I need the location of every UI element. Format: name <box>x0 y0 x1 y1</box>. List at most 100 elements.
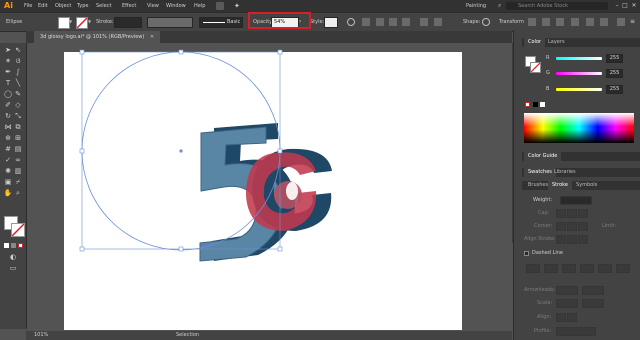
menu-effect[interactable]: Effect <box>122 0 136 12</box>
dash-field[interactable] <box>598 264 612 273</box>
gap-field[interactable] <box>616 264 630 273</box>
channel-g-value[interactable]: 255 <box>606 69 623 78</box>
align-icon[interactable] <box>362 18 370 26</box>
chevron-down-icon[interactable]: ▼ <box>69 19 72 24</box>
screen-mode-icon[interactable]: ▭ <box>8 263 18 273</box>
variable-width-profile[interactable] <box>147 17 193 28</box>
tab-layers[interactable]: Layers <box>544 38 569 47</box>
menu-window[interactable]: Window <box>166 0 186 12</box>
dash-field[interactable] <box>562 264 576 273</box>
chevron-down-icon[interactable]: ▼ <box>88 19 91 24</box>
align-icon[interactable] <box>420 18 428 26</box>
align-icon[interactable] <box>571 18 579 26</box>
close-tab-icon[interactable]: ✕ <box>150 34 154 40</box>
column-graph-tool-icon[interactable]: ▥ <box>13 166 23 176</box>
shape-builder-tool-icon[interactable]: ⊕ <box>3 133 13 143</box>
recolor-icon[interactable] <box>347 18 355 26</box>
menu-type[interactable]: Type <box>77 0 88 12</box>
corner-button[interactable] <box>556 222 566 231</box>
align-icon[interactable] <box>389 18 397 26</box>
align-icon[interactable] <box>376 18 384 26</box>
align-icon[interactable] <box>528 18 536 26</box>
channel-b-slider[interactable] <box>556 88 602 91</box>
none-color-icon[interactable] <box>525 102 530 107</box>
cap-button[interactable] <box>567 209 577 218</box>
direct-selection-tool-icon[interactable]: ⇖ <box>13 45 23 55</box>
tab-color[interactable]: Color <box>524 38 546 47</box>
logo-o-shape[interactable] <box>246 148 332 231</box>
close-button[interactable]: ✕ <box>629 1 639 11</box>
align-icon[interactable] <box>586 18 594 26</box>
graphic-style-swatch[interactable] <box>324 17 338 28</box>
cap-button[interactable] <box>556 209 566 218</box>
stroke-swatch[interactable] <box>76 17 88 29</box>
stroke-color-box[interactable] <box>11 223 25 237</box>
panel-stroke-swatch[interactable] <box>530 62 541 73</box>
menu-select[interactable]: Select <box>96 0 111 12</box>
stock-search-input[interactable]: Search Adobe Stock <box>506 2 608 10</box>
curvature-tool-icon[interactable]: ∫ <box>13 67 23 77</box>
rotate-tool-icon[interactable]: ↻ <box>3 111 13 121</box>
panel-menu-icon[interactable]: ≡ <box>630 18 635 25</box>
arrowhead-start-select[interactable] <box>556 286 578 295</box>
menu-object[interactable]: Object <box>55 0 71 12</box>
arrowhead-end-select[interactable] <box>582 286 604 295</box>
document-tab[interactable]: 3d glossy logo.ai* @ 101% (RGB/Preview) … <box>34 31 161 43</box>
artboard-tool-icon[interactable]: ▣ <box>3 177 13 187</box>
free-transform-tool-icon[interactable]: ⧉ <box>13 122 23 132</box>
ellipse-tool-icon[interactable]: ◯ <box>3 89 13 99</box>
arrow-align-button[interactable] <box>556 313 566 322</box>
corner-button[interactable] <box>578 222 588 231</box>
align-stroke-button[interactable] <box>556 235 566 244</box>
menu-help[interactable]: Help <box>194 0 205 12</box>
none-mode-icon[interactable] <box>18 243 23 248</box>
draw-mode-icon[interactable]: ◐ <box>8 252 18 262</box>
slice-tool-icon[interactable]: ⌿ <box>13 177 23 187</box>
align-icon[interactable] <box>600 18 608 26</box>
type-tool-icon[interactable]: T <box>3 78 13 88</box>
weight-field[interactable] <box>560 196 592 205</box>
align-icon[interactable] <box>434 18 442 26</box>
color-spectrum[interactable] <box>524 113 634 143</box>
scale-end-field[interactable] <box>582 299 604 308</box>
stroke-weight-field[interactable] <box>114 17 142 28</box>
dash-field[interactable] <box>526 264 540 273</box>
profile-select[interactable] <box>556 327 596 336</box>
tab-color-guide[interactable]: Color Guide <box>524 152 562 161</box>
arrange-docs-icon[interactable] <box>216 2 224 10</box>
channel-r-slider[interactable] <box>556 57 602 60</box>
selection-tool-icon[interactable]: ➤ <box>3 45 13 55</box>
channel-r-value[interactable]: 255 <box>606 54 623 63</box>
align-icon[interactable] <box>542 18 550 26</box>
perspective-grid-tool-icon[interactable]: ⊞ <box>13 133 23 143</box>
canvas-artwork[interactable] <box>26 43 512 331</box>
pen-tool-icon[interactable]: ✒ <box>3 67 13 77</box>
scale-start-field[interactable] <box>556 299 578 308</box>
lasso-tool-icon[interactable]: ଓ <box>13 56 23 66</box>
white-color-icon[interactable] <box>540 102 545 107</box>
transform-link[interactable]: Transform <box>499 17 524 27</box>
arrow-align-button[interactable] <box>567 313 577 322</box>
align-icon[interactable] <box>617 18 625 26</box>
scale-tool-icon[interactable]: ⤡ <box>13 111 23 121</box>
menu-view[interactable]: View <box>147 0 159 12</box>
paintbrush-tool-icon[interactable]: ✎ <box>13 89 23 99</box>
magic-wand-tool-icon[interactable]: ✶ <box>3 56 13 66</box>
align-stroke-button[interactable] <box>567 235 577 244</box>
shaper-tool-icon[interactable]: ✐ <box>3 100 13 110</box>
color-mode-icon[interactable] <box>4 243 9 248</box>
line-tool-icon[interactable]: ╲ <box>13 78 23 88</box>
menu-file[interactable]: File <box>24 0 32 12</box>
align-icon[interactable] <box>402 18 410 26</box>
brush-definition[interactable]: Basic <box>199 17 243 28</box>
ellipse-shape-icon[interactable] <box>482 18 490 26</box>
cap-button[interactable] <box>578 209 588 218</box>
gap-field[interactable] <box>544 264 558 273</box>
zoom-level[interactable]: 101% <box>34 331 48 340</box>
channel-g-slider[interactable] <box>556 72 602 75</box>
tab-stroke[interactable]: Stroke <box>548 181 572 190</box>
gap-field[interactable] <box>580 264 594 273</box>
eraser-tool-icon[interactable]: ◇ <box>13 100 23 110</box>
tab-libraries[interactable]: Libraries <box>550 168 580 177</box>
black-color-icon[interactable] <box>533 102 538 107</box>
